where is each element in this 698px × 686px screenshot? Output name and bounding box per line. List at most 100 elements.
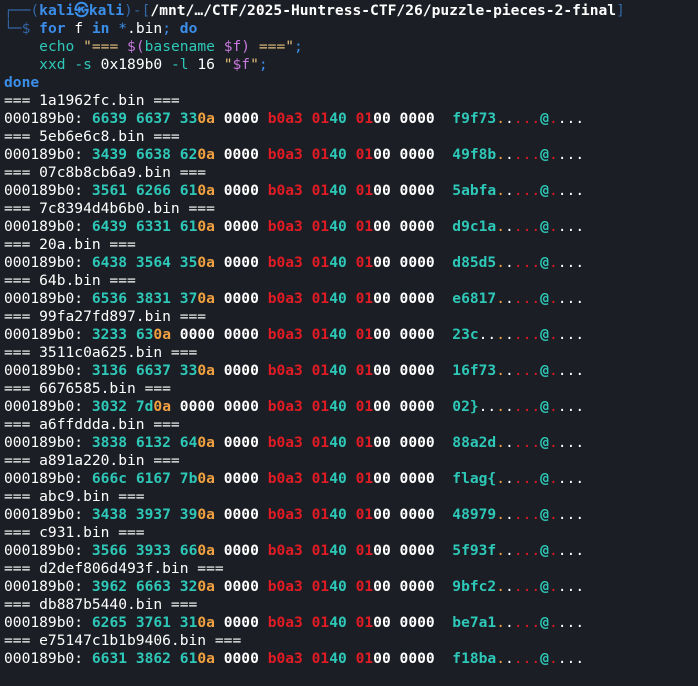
hex-group-1: 6631 bbox=[91, 650, 128, 667]
ascii-tail-dots: ... bbox=[557, 290, 585, 307]
ascii-at: @ bbox=[540, 650, 549, 667]
hex-group-6b: 40 bbox=[329, 470, 347, 487]
hex-group-1: 3233 bbox=[91, 326, 128, 343]
hex-newline-byte: 0a bbox=[153, 326, 171, 343]
hex-group-3: 61 bbox=[179, 218, 198, 235]
hex-group-7a: 01 bbox=[355, 542, 374, 559]
keyword-in: in bbox=[91, 20, 110, 37]
hex-group-6b: 40 bbox=[329, 110, 347, 127]
hex-group-2: 6331 bbox=[135, 218, 171, 235]
hex-offset: 000189b0: bbox=[4, 290, 92, 307]
file-header: === 1a1962fc.bin === bbox=[4, 92, 180, 109]
command-xxd: xxd bbox=[39, 56, 66, 73]
command-line-1: └─$ for f in *.bin; do bbox=[4, 20, 698, 38]
hex-group-8: 0000 bbox=[399, 362, 435, 379]
hex-group-3: 33 bbox=[179, 110, 198, 127]
hex-dump-row: 000189b0: 6536 3831 370a 0000 b0a3 0140 … bbox=[4, 290, 698, 308]
ascii-nonprint-dots: ... bbox=[513, 470, 541, 487]
ascii-nonprint-dots: ... bbox=[513, 614, 541, 631]
hex-group-6a: 01 bbox=[311, 254, 330, 271]
hex-group-6a: 01 bbox=[311, 146, 330, 163]
hex-group-8: 0000 bbox=[399, 470, 435, 487]
hex-group-7a: 01 bbox=[355, 218, 374, 235]
ascii-printable: d9c1a bbox=[452, 218, 497, 235]
file-header: === 6676585.bin === bbox=[4, 380, 171, 397]
file-header: === 5eb6e6c8.bin === bbox=[4, 128, 180, 145]
ascii-nonprint-dot: . bbox=[548, 326, 558, 343]
ascii-nonprint-dots: ... bbox=[513, 506, 541, 523]
file-header: === d2def806d493f.bin === bbox=[4, 560, 224, 577]
ascii-nonprint-dot: . bbox=[548, 398, 558, 415]
ascii-at: @ bbox=[540, 506, 549, 523]
hex-group-6b: 40 bbox=[329, 254, 347, 271]
hex-group-7a: 01 bbox=[355, 254, 374, 271]
ascii-nonprint-dot: . bbox=[548, 578, 558, 595]
command-substitution-open: $( bbox=[127, 38, 145, 55]
hex-group-7b: 00 bbox=[373, 506, 391, 523]
hex-group-6b: 40 bbox=[329, 398, 347, 415]
hex-dump-row: 000189b0: 3439 6638 620a 0000 b0a3 0140 … bbox=[4, 146, 698, 164]
ascii-at: @ bbox=[540, 470, 549, 487]
hex-group-1: 3962 bbox=[91, 578, 128, 595]
hex-group-5: b0a3 bbox=[267, 290, 303, 307]
hex-group-6b: 40 bbox=[329, 506, 347, 523]
hex-group-5: b0a3 bbox=[267, 542, 303, 559]
glob-star: * bbox=[118, 20, 128, 37]
ascii-nonprint-dot: . bbox=[548, 182, 558, 199]
hex-newline-byte: 0a bbox=[197, 218, 215, 235]
hex-group-8: 0000 bbox=[399, 290, 435, 307]
ascii-nonprint-dots: ... bbox=[513, 218, 541, 235]
hex-group-5: b0a3 bbox=[267, 434, 303, 451]
hex-group-3: 0000 bbox=[179, 326, 215, 343]
hex-group-6b: 40 bbox=[329, 614, 347, 631]
hex-group-4: 0000 bbox=[223, 578, 259, 595]
hex-group-6b: 40 bbox=[329, 434, 347, 451]
ascii-dot: . bbox=[505, 542, 514, 559]
prompt-user-host: kali㉿kali bbox=[39, 2, 125, 19]
hex-newline-byte: 0a bbox=[197, 542, 215, 559]
hex-group-8: 0000 bbox=[399, 650, 435, 667]
hex-group-1: 6639 bbox=[91, 110, 128, 127]
ascii-printable: f9f73 bbox=[452, 110, 497, 127]
hex-group-4: 0000 bbox=[223, 182, 259, 199]
hex-group-7b: 00 bbox=[373, 182, 391, 199]
terminal-output[interactable]: ┌──(kali㉿kali)-[/mnt/…/CTF/2025-Huntress… bbox=[4, 2, 698, 668]
hex-group-2: 6663 bbox=[135, 578, 171, 595]
prompt-box-bottom: └─$ bbox=[4, 20, 40, 37]
hex-dump-row: 000189b0: 6631 3862 610a 0000 b0a3 0140 … bbox=[4, 650, 698, 668]
hex-group-5: b0a3 bbox=[267, 506, 303, 523]
hex-group-6a: 01 bbox=[311, 650, 330, 667]
ascii-at: @ bbox=[540, 290, 549, 307]
hex-group-7a: 01 bbox=[355, 182, 374, 199]
ascii-at: @ bbox=[540, 542, 549, 559]
ascii-nonprint-dots: ... bbox=[513, 434, 541, 451]
hex-group-6b: 40 bbox=[329, 146, 347, 163]
hex-group-1: 6265 bbox=[91, 614, 128, 631]
ascii-nonprint-dots: ... bbox=[513, 182, 541, 199]
